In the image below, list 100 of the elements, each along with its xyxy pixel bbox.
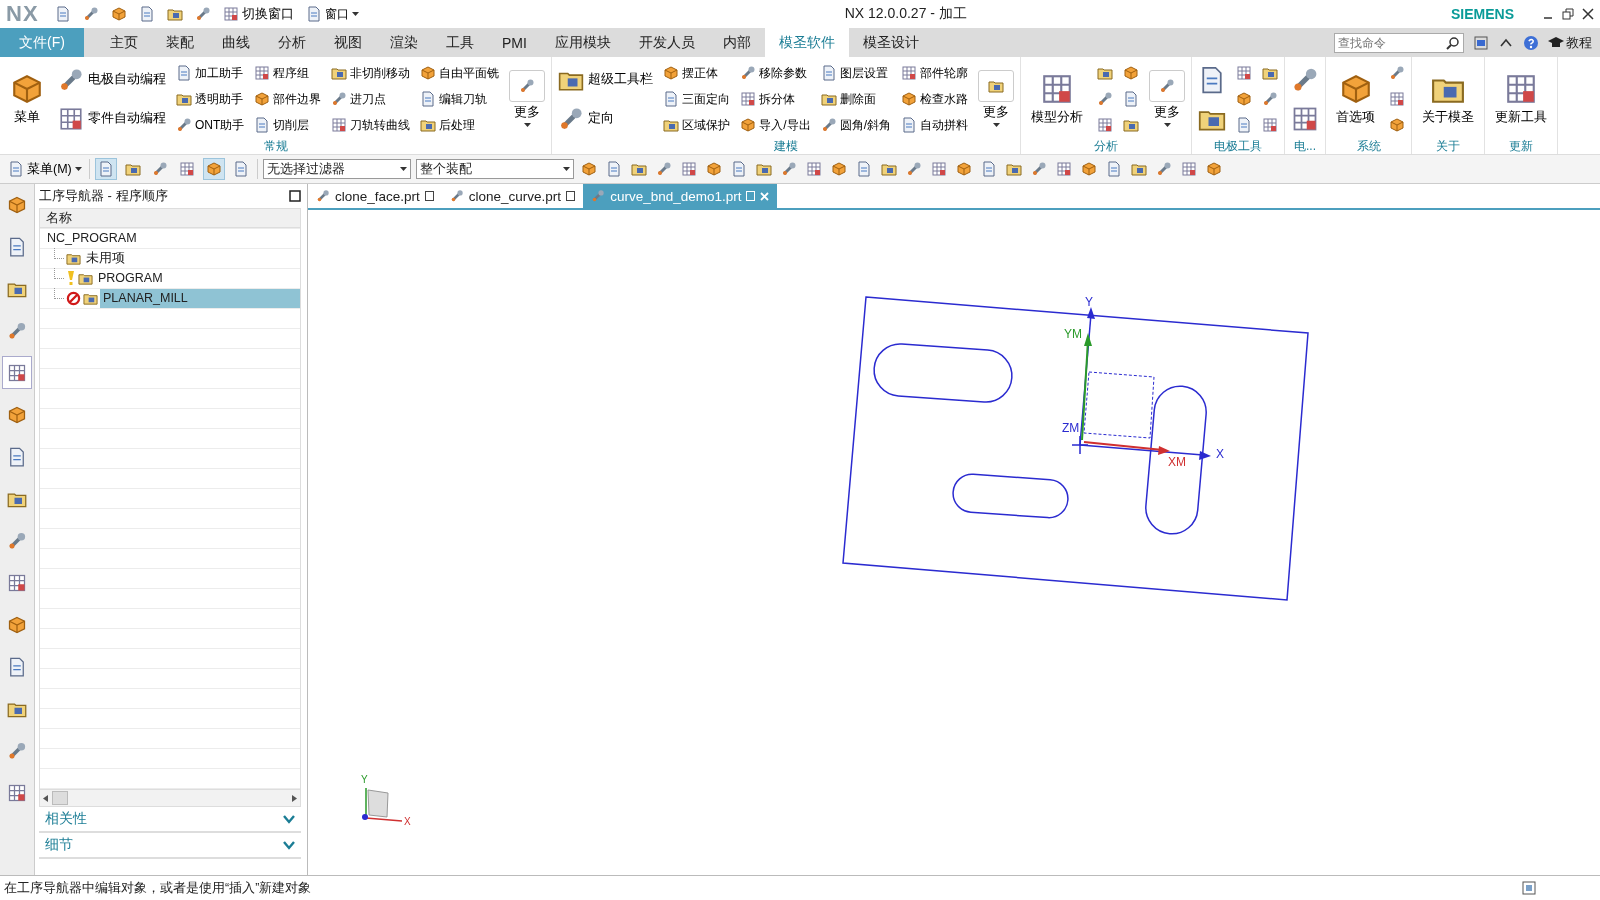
more-button[interactable]: 更多	[507, 70, 548, 128]
ribbon-tab[interactable]: 内部	[708, 28, 765, 57]
scroll-left-icon[interactable]	[43, 794, 48, 802]
ribbon-tab[interactable]: 渲染	[376, 28, 432, 57]
more-button[interactable]: 更多	[1147, 70, 1188, 128]
maximize-icon[interactable]	[289, 190, 301, 202]
ribbon-button[interactable]: 自由平面铣	[418, 64, 502, 82]
help-icon[interactable]	[1524, 35, 1538, 50]
ribbon-tab[interactable]: 工具	[432, 28, 488, 57]
ribbon-button[interactable]: 自动拼料	[899, 116, 971, 134]
horizontal-scrollbar[interactable]	[40, 789, 300, 806]
quick-access-button[interactable]	[164, 6, 185, 22]
assembly-dropdown[interactable]: 整个装配	[415, 159, 574, 179]
accordion-header[interactable]: 细节	[39, 833, 301, 859]
tree-item[interactable]: PLANAR_MILL	[100, 288, 300, 308]
collapse-ribbon-icon[interactable]	[1500, 36, 1512, 49]
ribbon-button[interactable]: 检查水路	[899, 90, 971, 108]
ribbon-tab[interactable]: 模圣设计	[848, 28, 933, 57]
wrench-icon	[331, 91, 348, 107]
ribbon-tab[interactable]: 视图	[320, 28, 376, 57]
folder-icon	[1097, 65, 1114, 81]
ribbon-button[interactable]: 摆正体	[661, 64, 733, 82]
view-toggle-button[interactable]	[202, 158, 225, 180]
ribbon-button[interactable]: 移除参数	[738, 64, 813, 82]
ribbon-button[interactable]: 定向	[556, 105, 656, 132]
tree-item[interactable]: 未用项	[83, 248, 128, 268]
document-icon	[138, 6, 155, 22]
ribbon-tab[interactable]: 应用模块	[540, 28, 625, 57]
ribbon-button[interactable]: 更新工具	[1489, 72, 1554, 126]
ribbon-button[interactable]: 菜单	[4, 72, 50, 126]
search-icon[interactable]	[1446, 35, 1460, 50]
ribbon-button[interactable]: 三面定向	[661, 90, 733, 108]
tool-button[interactable]	[878, 161, 899, 177]
group-label: 关于	[1435, 138, 1462, 154]
column-header[interactable]: 名称	[40, 209, 300, 228]
document-icon	[855, 161, 872, 177]
ribbon-button[interactable]: 编辑刀轨	[418, 90, 502, 108]
fit-view-icon[interactable]	[1522, 881, 1536, 895]
wrench-icon	[1159, 78, 1176, 94]
folder-icon	[1130, 161, 1147, 177]
ribbon-tab[interactable]: PMI	[488, 28, 541, 57]
close-icon[interactable]	[1582, 8, 1594, 20]
tool-button[interactable]	[1003, 161, 1024, 177]
tool-button[interactable]	[1260, 65, 1281, 81]
ribbon-tab[interactable]: 曲线	[208, 28, 264, 57]
ribbon-button[interactable]: ONT助手	[174, 116, 247, 134]
ribbon-button[interactable]: 拆分体	[738, 90, 813, 108]
ribbon-button[interactable]: 程序组	[252, 64, 324, 82]
ribbon-button[interactable]: 首选项	[1330, 72, 1382, 126]
grid-icon	[1180, 161, 1197, 177]
ribbon-button[interactable]: 部件边界	[252, 90, 324, 108]
ribbon-tab[interactable]: 开发人员	[624, 28, 709, 57]
menu-button[interactable]: 菜单(M)	[6, 160, 84, 178]
ribbon-button[interactable]: 非切削移动	[329, 64, 413, 82]
ribbon-button[interactable]: 导入/导出	[738, 116, 813, 134]
scroll-thumb[interactable]	[52, 791, 68, 805]
ribbon-button[interactable]: 电极自动编程	[56, 66, 168, 93]
ribbon-button[interactable]: 区域保护	[661, 116, 733, 134]
ribbon-tab[interactable]: 装配	[152, 28, 208, 57]
ribbon-tab[interactable]: 分析	[264, 28, 320, 57]
ribbon-button[interactable]: 超级工具栏	[556, 66, 656, 93]
ribbon-button[interactable]: 删除面	[818, 90, 894, 108]
tool-button[interactable]	[1095, 65, 1116, 81]
ribbon-button[interactable]: 切削层	[252, 116, 324, 134]
tool-button[interactable]	[753, 161, 774, 177]
restore-icon[interactable]	[1562, 8, 1574, 20]
tree-item[interactable]: NC_PROGRAM	[44, 228, 140, 248]
ribbon-button[interactable]: 刀轨转曲线	[329, 116, 413, 134]
group-label: 电...	[1293, 138, 1318, 154]
scroll-right-icon[interactable]	[292, 794, 297, 802]
ribbon-tab[interactable]: 模圣软件	[764, 28, 849, 57]
tool-button[interactable]	[628, 161, 649, 177]
search-field[interactable]: 查找命令	[1334, 32, 1464, 53]
ribbon-button[interactable]: 进刀点	[329, 90, 413, 108]
more-button[interactable]: 更多	[976, 70, 1017, 128]
view-triad-drawing	[362, 787, 403, 822]
ribbon-button[interactable]: 图层设置	[818, 64, 894, 82]
wrench-icon	[1097, 91, 1114, 107]
ribbon-button[interactable]: 关于模圣	[1416, 72, 1481, 126]
filter-dropdown[interactable]: 无选择过滤器	[262, 159, 411, 179]
ribbon-button[interactable]: 后处理	[418, 116, 502, 134]
ribbon-button[interactable]: 圆角/斜角	[818, 116, 894, 134]
tutorial-link[interactable]: 教程	[1566, 33, 1592, 52]
tool-button[interactable]	[1121, 117, 1142, 133]
ribbon-tab[interactable]: 主页	[96, 28, 152, 57]
fullscreen-icon[interactable]	[1474, 35, 1488, 50]
wrench-icon	[7, 320, 27, 341]
switch-window-button[interactable]: 切换窗口	[220, 5, 296, 23]
ribbon-button[interactable]: 透明助手	[174, 90, 247, 108]
ribbon-button[interactable]: 模型分析	[1025, 72, 1090, 126]
view-toggle-button[interactable]	[94, 158, 117, 180]
tree-item[interactable]: PROGRAM	[95, 268, 166, 288]
accordion-header[interactable]: 相关性	[39, 807, 301, 833]
ribbon-button[interactable]: 零件自动编程	[56, 105, 168, 132]
rail-button[interactable]	[2, 356, 32, 389]
ribbon-button[interactable]: 加工助手	[174, 64, 247, 82]
ribbon-button[interactable]: 部件轮廓	[899, 64, 971, 82]
tool-button[interactable]	[1128, 161, 1149, 177]
wrench-icon	[905, 161, 922, 177]
window-menu-button[interactable]: 窗口	[303, 5, 361, 23]
